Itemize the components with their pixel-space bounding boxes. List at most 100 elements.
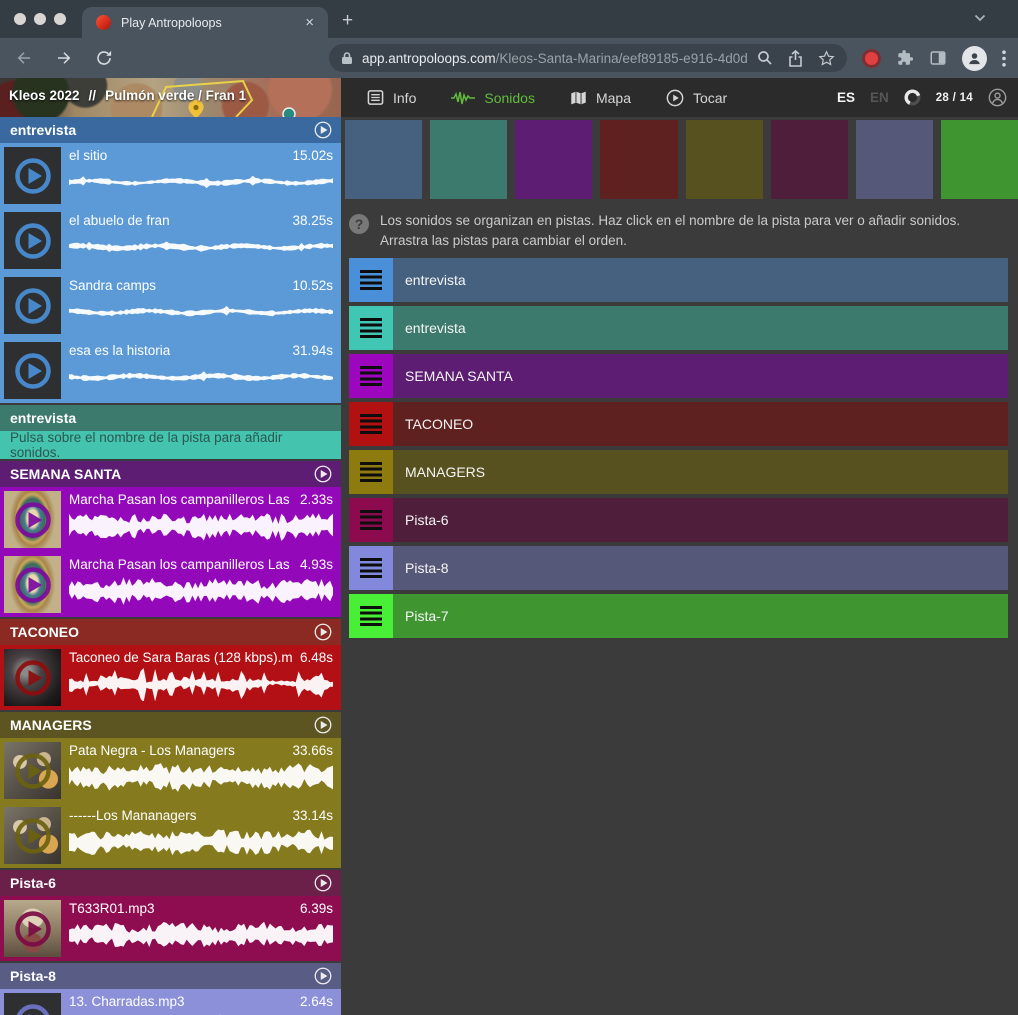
track-drag-handle[interactable]: [349, 450, 393, 494]
track-drag-handle[interactable]: [349, 402, 393, 446]
track-row[interactable]: SEMANA SANTA: [349, 354, 1008, 398]
clip-waveform[interactable]: [69, 918, 333, 952]
track-name-button[interactable]: entrevista: [393, 306, 1008, 350]
clip-waveform[interactable]: [69, 360, 333, 394]
clip-row[interactable]: Marcha Pasan los campanilleros Las Mejor…: [0, 552, 341, 617]
address-bar[interactable]: app.antropoloops.com /Kleos-Santa-Marina…: [329, 44, 847, 72]
clip-play-overlay[interactable]: [13, 156, 53, 196]
track-name-button[interactable]: TACONEO: [393, 402, 1008, 446]
clip-thumbnail[interactable]: [4, 491, 61, 548]
clip-section-header[interactable]: Pista-8: [0, 963, 341, 989]
clip-row[interactable]: Sandra camps10.52s: [0, 273, 341, 338]
track-name-button[interactable]: MANAGERS: [393, 450, 1008, 494]
clip-section-header[interactable]: TACONEO: [0, 619, 341, 645]
clip-section-header[interactable]: entrevista: [0, 405, 341, 431]
section-play-button[interactable]: [313, 715, 333, 735]
clip-play-button[interactable]: [13, 500, 53, 540]
extensions-puzzle-icon[interactable]: [896, 49, 914, 67]
record-indicator-icon[interactable]: [865, 52, 878, 65]
account-icon[interactable]: [988, 88, 1007, 107]
clip-thumbnail[interactable]: [4, 807, 61, 864]
clip-section-title[interactable]: Pista-8: [10, 968, 313, 984]
clip-waveform[interactable]: [69, 825, 333, 859]
clip-play-button[interactable]: [13, 156, 53, 196]
clip-section-header[interactable]: SEMANA SANTA: [0, 461, 341, 487]
track-drag-handle[interactable]: [349, 354, 393, 398]
nav-info[interactable]: Info: [367, 89, 416, 106]
browser-menu-icon[interactable]: [1002, 50, 1006, 67]
clip-thumbnail[interactable]: [4, 556, 61, 613]
section-play-button[interactable]: [313, 873, 333, 893]
back-button[interactable]: [12, 49, 35, 67]
clip-play-button[interactable]: [13, 1002, 53, 1015]
clip-section-header[interactable]: MANAGERS: [0, 712, 341, 738]
clip-thumbnail[interactable]: [4, 649, 61, 706]
clip-play-overlay[interactable]: [13, 1002, 53, 1015]
clip-play-button[interactable]: [13, 286, 53, 326]
track-row[interactable]: TACONEO: [349, 402, 1008, 446]
clip-row[interactable]: el sitio15.02s: [0, 143, 341, 208]
clip-waveform[interactable]: [69, 230, 333, 264]
share-icon[interactable]: [788, 50, 803, 67]
clip-waveform[interactable]: [69, 574, 333, 608]
clip-play-button[interactable]: [13, 751, 53, 791]
clip-play-overlay[interactable]: [13, 658, 53, 698]
clip-waveform[interactable]: [69, 295, 333, 329]
bookmark-star-icon[interactable]: [818, 50, 835, 67]
project-map-thumbnail[interactable]: Kleos 2022 // Pulmón verde / Fran 1: [0, 78, 341, 117]
clip-section-title[interactable]: entrevista: [10, 122, 313, 138]
clip-section-title[interactable]: MANAGERS: [10, 717, 313, 733]
window-minimize-button[interactable]: [34, 13, 46, 25]
track-row[interactable]: Pista-6: [349, 498, 1008, 542]
clip-play-overlay[interactable]: [13, 909, 53, 949]
forward-button[interactable]: [52, 49, 75, 67]
clip-play-button[interactable]: [13, 909, 53, 949]
track-row[interactable]: MANAGERS: [349, 450, 1008, 494]
lang-es-button[interactable]: ES: [837, 90, 855, 105]
clip-row[interactable]: 13. Charradas.mp32.64s: [0, 989, 341, 1015]
clip-section-title[interactable]: Pista-6: [10, 875, 313, 891]
clip-waveform[interactable]: [69, 1011, 333, 1015]
clip-row[interactable]: Marcha Pasan los campanilleros Las Mejor…: [0, 487, 341, 552]
section-play-button[interactable]: [313, 966, 333, 986]
clip-thumbnail[interactable]: [4, 277, 61, 334]
section-play-button[interactable]: [313, 120, 333, 140]
track-row[interactable]: Pista-7: [349, 594, 1008, 638]
clip-play-button[interactable]: [13, 816, 53, 856]
tab-search-chevron-icon[interactable]: [974, 14, 986, 22]
track-name-button[interactable]: Pista-7: [393, 594, 1008, 638]
clip-section-title[interactable]: SEMANA SANTA: [10, 466, 313, 482]
clip-thumbnail[interactable]: [4, 147, 61, 204]
clip-row[interactable]: esa es la historia31.94s: [0, 338, 341, 403]
section-play-button[interactable]: [313, 622, 333, 642]
track-name-button[interactable]: Pista-6: [393, 498, 1008, 542]
nav-mapa[interactable]: Mapa: [570, 90, 631, 106]
browser-tab[interactable]: Play Antropoloops ×: [82, 7, 328, 38]
clip-row[interactable]: T633R01.mp36.39s: [0, 896, 341, 961]
clip-section-header[interactable]: Pista-6: [0, 870, 341, 896]
clip-waveform[interactable]: [69, 509, 333, 543]
lock-icon[interactable]: [341, 51, 353, 65]
clip-thumbnail[interactable]: [4, 212, 61, 269]
clip-waveform[interactable]: [69, 667, 333, 701]
clip-thumbnail[interactable]: [4, 993, 61, 1015]
profile-avatar[interactable]: [962, 46, 987, 71]
clip-row[interactable]: Taconeo de Sara Baras (128 kbps).mp36.48…: [0, 645, 341, 710]
clip-thumbnail[interactable]: [4, 342, 61, 399]
clip-thumbnail[interactable]: [4, 900, 61, 957]
nav-sonidos[interactable]: Sonidos: [451, 90, 535, 106]
section-play-button[interactable]: [313, 464, 333, 484]
clip-play-overlay[interactable]: [13, 751, 53, 791]
clip-play-overlay[interactable]: [13, 816, 53, 856]
clip-play-overlay[interactable]: [13, 221, 53, 261]
track-name-button[interactable]: Pista-8: [393, 546, 1008, 590]
clip-section-header[interactable]: entrevista: [0, 117, 341, 143]
clip-row[interactable]: Pata Negra - Los Managers33.66s: [0, 738, 341, 803]
clip-play-button[interactable]: [13, 658, 53, 698]
window-close-button[interactable]: [14, 13, 26, 25]
zoom-icon[interactable]: [757, 50, 773, 66]
clip-row[interactable]: el abuelo de fran38.25s: [0, 208, 341, 273]
track-name-button[interactable]: SEMANA SANTA: [393, 354, 1008, 398]
track-row[interactable]: entrevista: [349, 306, 1008, 350]
clip-play-button[interactable]: [13, 221, 53, 261]
